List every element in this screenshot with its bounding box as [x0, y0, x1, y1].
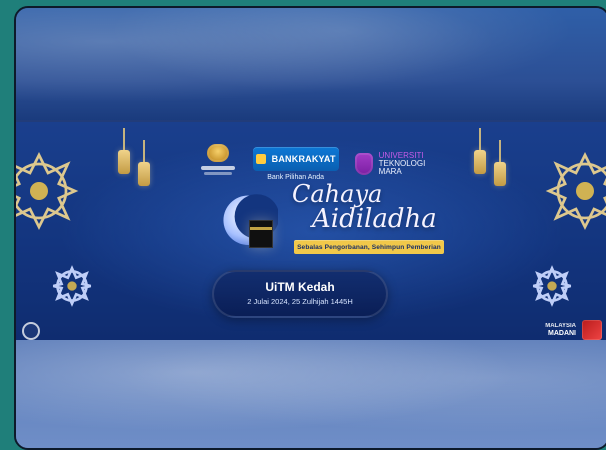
logo-text-line: [203, 172, 232, 175]
islamic-star-ornament-icon: [52, 265, 92, 307]
event-date: 2 Julai 2024, 25 Zulhijah 1445H: [247, 297, 353, 306]
uitm-name: UNIVERSITI TEKNOLOGI MARA: [379, 152, 426, 176]
madani-line-2: MADANI: [548, 330, 576, 337]
blurred-top-background: [16, 8, 606, 120]
blurred-bottom-background: [16, 340, 606, 448]
logo-text-line: [200, 166, 235, 170]
event-banner: BANKRAKYAT Bank Pilihan Anda UNIVERSITI …: [16, 120, 606, 344]
event-subtitle: Sebalas Pengorbanan, Sehimpun Pemberian: [294, 240, 444, 254]
title-line-2: Aidiladha: [312, 204, 437, 234]
madani-line-1: MALAYSIA: [545, 323, 576, 329]
uitm-logo: UNIVERSITI TEKNOLOGI MARA: [354, 152, 426, 176]
islamic-star-ornament-icon: [532, 265, 572, 307]
bank-mark-icon: [255, 154, 266, 164]
malaysia-madani-logo: MALAYSIA MADANI: [545, 323, 576, 337]
government-emblem: [199, 144, 237, 184]
red-logo-icon: [582, 320, 602, 340]
kaaba-icon: [249, 220, 273, 248]
uitm-shield-icon: [354, 153, 373, 175]
image-card: BANKRAKYAT Bank Pilihan Anda UNIVERSITI …: [14, 6, 606, 450]
crest-icon: [206, 144, 229, 162]
location-title: UiTM Kedah: [265, 280, 335, 294]
bank-name: BANKRAKYAT: [271, 154, 336, 164]
location-date-pill: UiTM Kedah 2 Julai 2024, 25 Zulhijah 144…: [212, 270, 388, 318]
uitm-line-3: MARA: [378, 167, 402, 176]
bank-logo-box: BANKRAKYAT: [252, 147, 339, 171]
organization-logo: [22, 322, 40, 340]
footer-logos: MALAYSIA MADANI: [545, 318, 602, 342]
